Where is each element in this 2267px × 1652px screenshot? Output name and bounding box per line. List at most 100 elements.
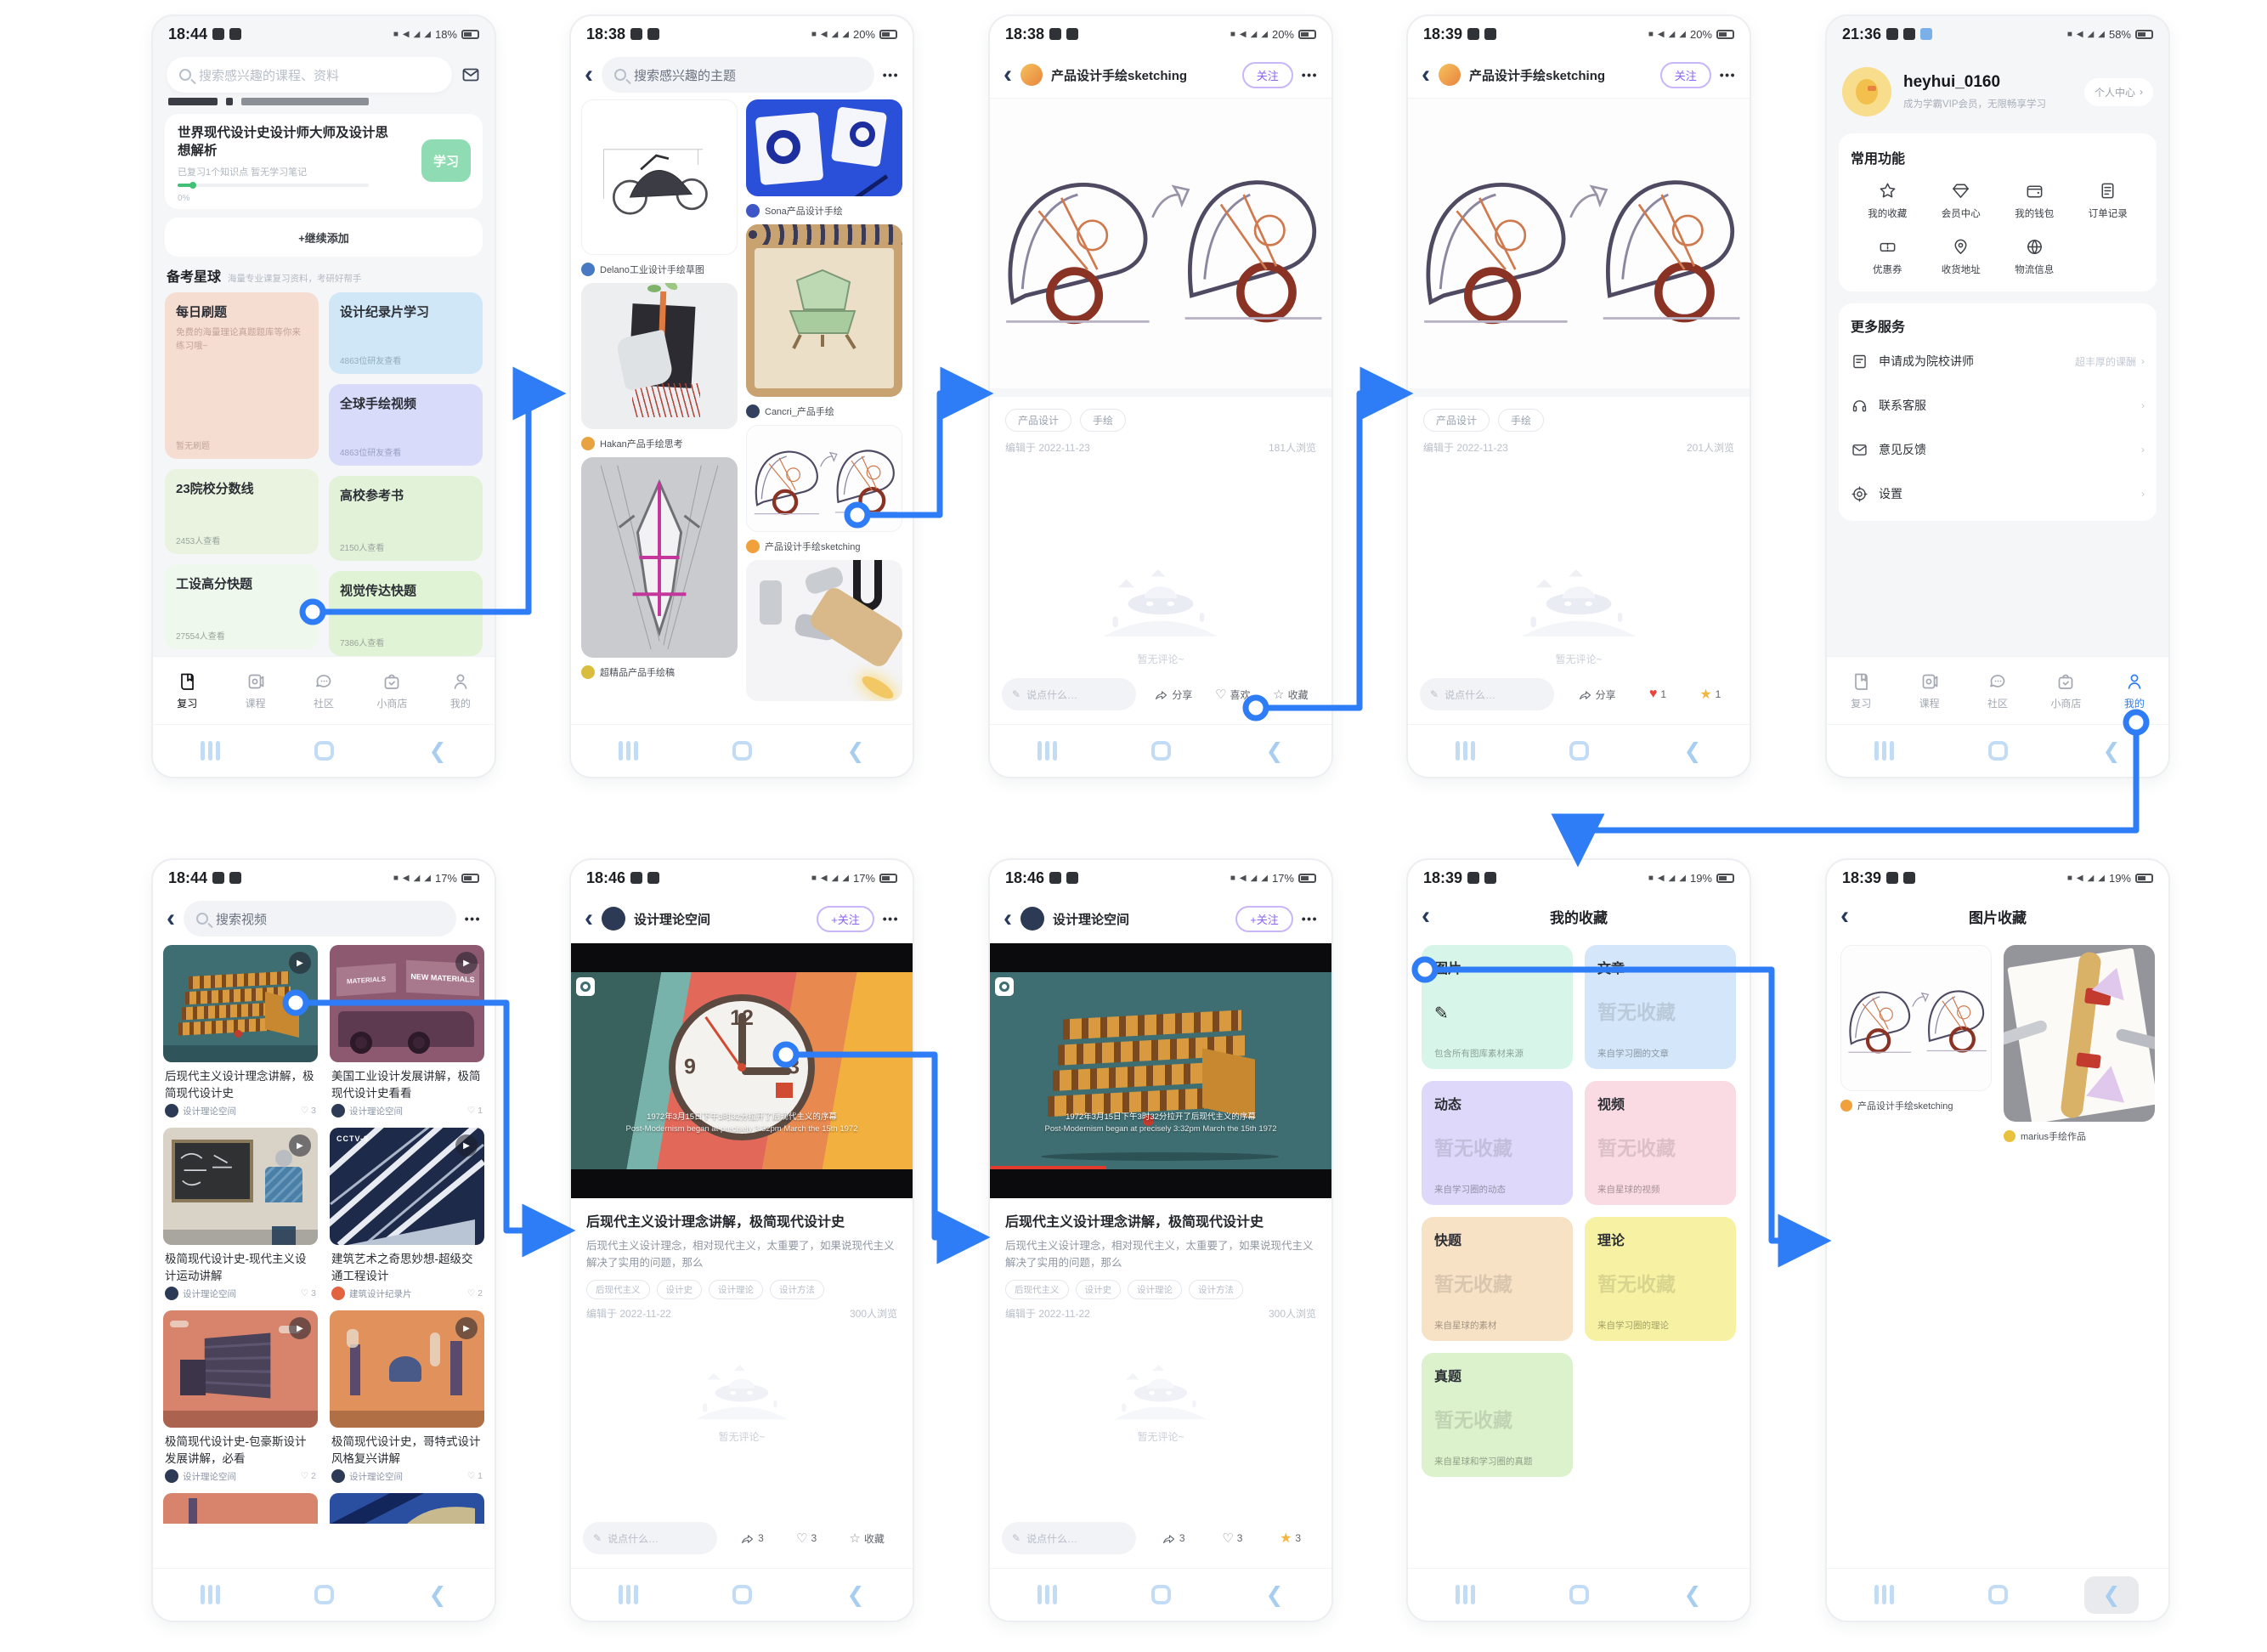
- video-card[interactable]: CCTV-9 ▶ 建筑艺术之奇思妙想-超级交通工程设计 建筑设计纪录片♡2: [330, 1128, 484, 1300]
- video-thumbnail[interactable]: MATERIALS NEW MATERIALS ▶: [330, 945, 484, 1062]
- follow-button[interactable]: 关注: [1660, 62, 1711, 88]
- video-card[interactable]: ▶ 后现代主义设计理念讲解，极简现代设计史 设计理论空间♡3: [163, 945, 318, 1117]
- tag[interactable]: 后现代主义: [586, 1280, 650, 1299]
- result-image-race-car[interactable]: [581, 457, 738, 658]
- heart-icon[interactable]: ♡: [301, 1106, 308, 1116]
- result-image-motorcycle[interactable]: [581, 99, 738, 255]
- video-thumbnail[interactable]: CCTV-9 ▶: [330, 1128, 484, 1245]
- personal-center-button[interactable]: 个人中心›: [2084, 78, 2153, 106]
- home-button[interactable]: [715, 733, 769, 770]
- video-card[interactable]: ▶ 极简现代设计史，哥特式设计风格复兴讲解 设计理论空间♡1: [330, 1310, 484, 1483]
- like-button[interactable]: ♡喜欢: [1215, 687, 1250, 702]
- follow-button[interactable]: +关注: [817, 906, 874, 932]
- back-icon[interactable]: ‹: [1003, 65, 1012, 85]
- back-button[interactable]: ❮: [828, 733, 883, 770]
- func-my-favorites[interactable]: 我的收藏: [1851, 181, 1925, 220]
- video-player[interactable]: 1972年3月15日下午3时32分拉开了后现代主义的序幕Post-Moderni…: [990, 943, 1331, 1198]
- more-icon[interactable]: •••: [1720, 68, 1736, 82]
- share-button[interactable]: 分享: [1154, 687, 1192, 702]
- video-thumbnail[interactable]: ▶: [163, 945, 318, 1062]
- recents-button[interactable]: [1438, 1576, 1492, 1614]
- result-label[interactable]: 超精品产品手绘稿: [581, 664, 738, 680]
- home-button[interactable]: [1134, 733, 1188, 770]
- card-daily-practice[interactable]: 每日刷题 免费的海量理论真题题库等你来练习哦~ 暂无刷题: [165, 292, 319, 459]
- home-button[interactable]: [1552, 733, 1606, 770]
- mail-icon[interactable]: [461, 65, 481, 85]
- tab-shop[interactable]: 小商店: [2032, 657, 2100, 724]
- back-button[interactable]: ❮: [410, 733, 465, 770]
- back-button[interactable]: ❮: [410, 1576, 465, 1614]
- share-button[interactable]: 3: [1162, 1531, 1185, 1546]
- follow-button[interactable]: +关注: [1235, 906, 1293, 932]
- more-icon[interactable]: •••: [465, 912, 481, 925]
- video-thumbnail[interactable]: ▶: [163, 1128, 318, 1245]
- favorite-button[interactable]: ☆收藏: [849, 1530, 884, 1546]
- tab-community[interactable]: 社区: [290, 657, 358, 724]
- study-button[interactable]: 学习: [421, 139, 471, 182]
- tag[interactable]: 设计方法: [770, 1280, 824, 1299]
- fav-category-theory[interactable]: 理论暂无收藏来自学习圈的理论: [1585, 1217, 1736, 1341]
- more-icon[interactable]: •••: [883, 912, 899, 925]
- fav-category-posts[interactable]: 动态暂无收藏来自学习圈的动态: [1422, 1081, 1573, 1205]
- tag[interactable]: 设计方法: [1189, 1280, 1243, 1299]
- card-score-lines[interactable]: 23院校分数线2453人查看: [165, 469, 319, 554]
- heart-icon[interactable]: ♡: [301, 1288, 308, 1298]
- recents-button[interactable]: [1020, 733, 1074, 770]
- sketch-image[interactable]: [1408, 98, 1750, 397]
- tag[interactable]: 手绘: [1498, 409, 1544, 432]
- back-icon[interactable]: ‹: [585, 65, 593, 85]
- result-image-hand-pencil[interactable]: [581, 283, 738, 429]
- video-card[interactable]: MATERIALS NEW MATERIALS ▶ 美国工业设计发展讲解，极简现…: [330, 945, 484, 1117]
- recents-button[interactable]: [1020, 1576, 1074, 1614]
- search-input[interactable]: 搜索感兴趣的课程、资料: [167, 57, 452, 93]
- recents-button[interactable]: [183, 1576, 237, 1614]
- service-settings[interactable]: 设置›: [1851, 472, 2145, 516]
- comment-input[interactable]: ✎说点什么…: [583, 1522, 717, 1554]
- comment-input[interactable]: ✎说点什么…: [1002, 678, 1136, 710]
- back-icon[interactable]: ‹: [1422, 65, 1430, 85]
- func-address[interactable]: 收货地址: [1925, 237, 1998, 276]
- like-button[interactable]: ♡3: [1222, 1530, 1242, 1546]
- home-button[interactable]: [297, 733, 351, 770]
- tab-mine[interactable]: 我的: [427, 657, 495, 724]
- search-input[interactable]: 搜索视频: [184, 901, 456, 936]
- tab-community[interactable]: 社区: [1964, 657, 2032, 724]
- back-button[interactable]: ❮: [1665, 1576, 1720, 1614]
- result-label[interactable]: Cancri_产品手绘: [746, 403, 902, 419]
- recents-button[interactable]: [1438, 733, 1492, 770]
- service-contact-support[interactable]: 联系客服›: [1851, 383, 2145, 427]
- back-icon[interactable]: ‹: [585, 908, 593, 929]
- favorite-button[interactable]: ★3: [1280, 1530, 1301, 1547]
- recents-button[interactable]: [1857, 1576, 1911, 1614]
- tab-mine[interactable]: 我的: [2100, 657, 2168, 724]
- heart-icon[interactable]: ♡: [467, 1471, 475, 1481]
- result-image-spotlights[interactable]: [746, 560, 902, 701]
- card-documentary[interactable]: 设计纪录片学习4863位研友查看: [329, 292, 483, 374]
- tab-review[interactable]: 复习: [153, 657, 221, 724]
- search-input[interactable]: 搜索感兴趣的主题: [602, 57, 874, 93]
- heart-icon[interactable]: ♡: [467, 1106, 475, 1116]
- recents-button[interactable]: [1857, 733, 1911, 770]
- home-button[interactable]: [297, 1576, 351, 1614]
- back-button[interactable]: ❮: [828, 1576, 883, 1614]
- fav-category-articles[interactable]: 文章暂无收藏来自学习圈的文章: [1585, 945, 1736, 1069]
- back-button[interactable]: ❮: [2084, 1576, 2139, 1614]
- follow-button[interactable]: 关注: [1242, 62, 1293, 88]
- service-feedback[interactable]: 意见反馈›: [1851, 427, 2145, 472]
- result-label[interactable]: Sona产品设计手绘: [746, 202, 902, 218]
- more-icon[interactable]: •••: [883, 68, 899, 82]
- back-button[interactable]: ❮: [1665, 733, 1720, 770]
- result-image-chair[interactable]: [746, 224, 902, 397]
- video-card[interactable]: ▶ 极简现代设计史-包豪斯设计发展讲解，必看 设计理论空间♡2: [163, 1310, 318, 1483]
- fav-category-exams[interactable]: 真题暂无收藏来自星球和学习圈的真题: [1422, 1353, 1573, 1477]
- comment-input[interactable]: ✎说点什么…: [1420, 678, 1554, 710]
- func-logistics[interactable]: 物流信息: [1998, 237, 2072, 276]
- favorite-image-item[interactable]: marius手绘作品: [2004, 945, 2155, 1144]
- sketch-image[interactable]: [990, 98, 1331, 397]
- result-label[interactable]: 产品设计手绘sketching: [746, 538, 902, 554]
- recents-button[interactable]: [601, 733, 655, 770]
- back-icon[interactable]: ‹: [1840, 906, 1849, 926]
- tab-courses[interactable]: 课程: [1895, 657, 1963, 724]
- heart-icon[interactable]: ♡: [301, 1471, 308, 1481]
- func-member-center[interactable]: 会员中心: [1925, 181, 1998, 220]
